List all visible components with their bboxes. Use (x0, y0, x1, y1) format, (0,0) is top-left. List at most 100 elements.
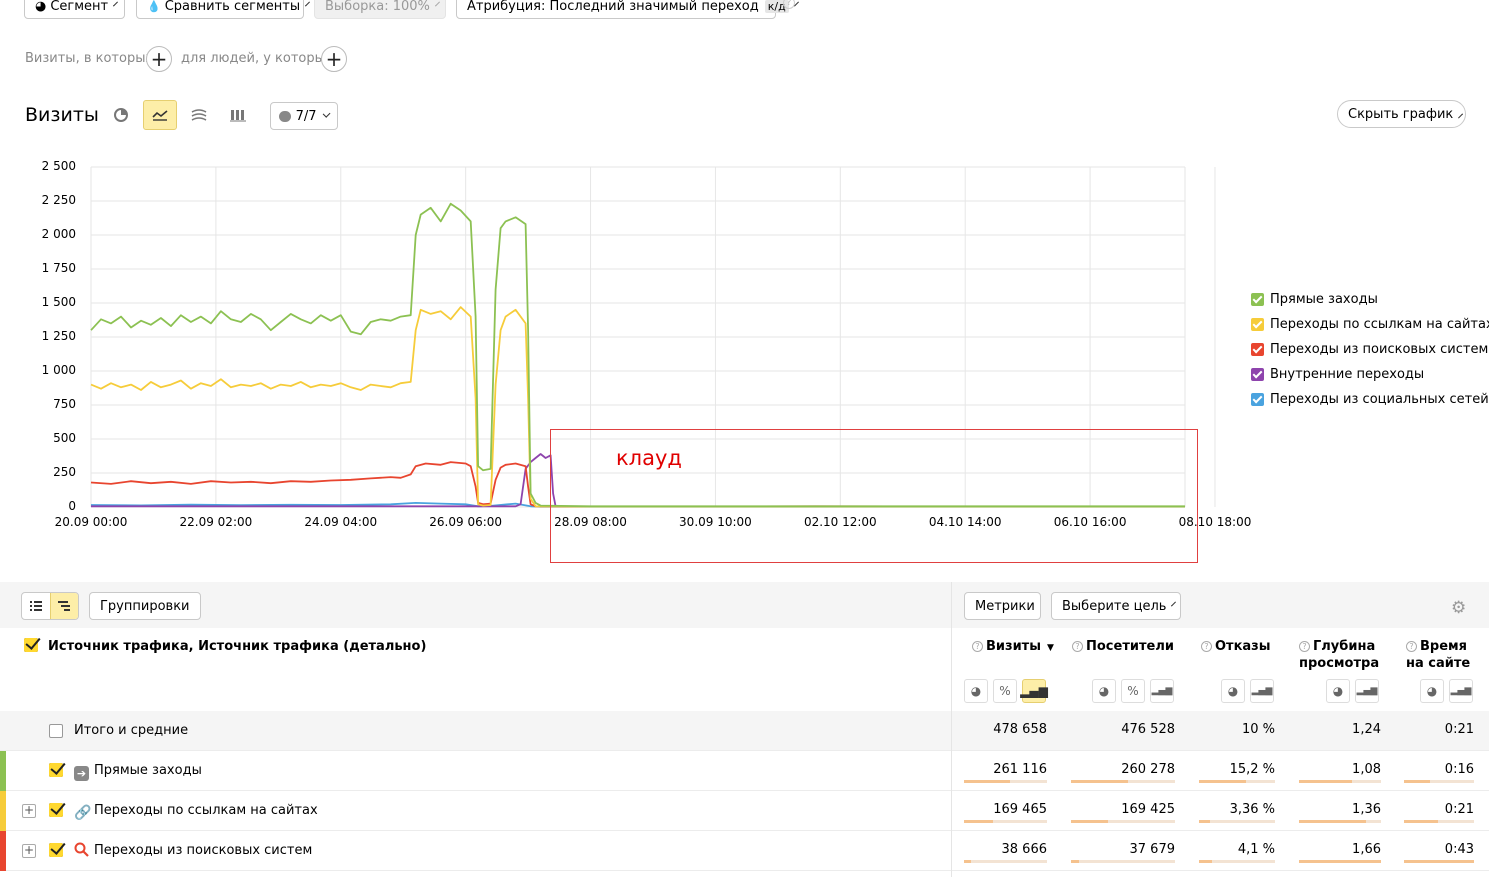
legend-item[interactable]: Внутренние переходы (1251, 367, 1424, 382)
visits-pie-toggle[interactable]: ◕ (964, 679, 988, 703)
row-checkbox[interactable] (49, 763, 63, 777)
y-tick-label: 2 000 (41, 227, 76, 241)
row-depth-share-bar (1299, 780, 1381, 783)
bar-chart-icon: ▂▄▆ (1356, 686, 1378, 696)
row-color-strip (0, 751, 6, 791)
row-depth-share-fill (1299, 820, 1367, 823)
col-header-bounce[interactable]: ? Отказы (1201, 638, 1271, 655)
expand-row-button[interactable]: + (22, 804, 36, 818)
col-header-visits[interactable]: ? Визиты ▼ (972, 638, 1054, 657)
metrics-button[interactable]: Метрики (964, 592, 1041, 620)
legend-item[interactable]: Переходы из социальных сетей (1251, 392, 1489, 407)
visits-bar-toggle[interactable]: ▂▄▆ (1020, 679, 1048, 703)
row-visits: 169 465 (993, 802, 1047, 817)
x-tick-label: 24.09 04:00 (304, 515, 378, 529)
time-pie-toggle[interactable]: ◕ (1420, 679, 1444, 703)
row-depth-share-bar (1299, 860, 1381, 863)
row-bounce-share-bar (1199, 780, 1275, 783)
row-visitors-share-bar (1071, 820, 1175, 823)
col-header-visitors[interactable]: ? Посетители (1072, 638, 1174, 655)
row-color-strip (0, 831, 6, 871)
y-tick-label: 1 750 (41, 261, 76, 275)
legend-checkbox[interactable] (1251, 318, 1264, 331)
row-time-share-fill (1404, 820, 1439, 823)
help-icon[interactable]: ? (1201, 641, 1212, 652)
time-bar-toggle[interactable]: ▂▄▆ (1449, 679, 1473, 703)
help-icon[interactable]: ? (972, 641, 983, 652)
row-visits: 261 116 (993, 762, 1047, 777)
y-tick-label: 2 250 (41, 193, 76, 207)
annotation-label: клауд (616, 446, 682, 470)
row-time: 0:43 (1444, 842, 1474, 857)
row-label: Прямые заходы (94, 763, 202, 778)
visitors-percent-toggle[interactable]: % (1121, 679, 1145, 703)
total-label: Итого и средние (74, 723, 189, 738)
visitors-bar-toggle[interactable]: ▂▄▆ (1150, 679, 1174, 703)
row-depth: 1,08 (1352, 762, 1381, 777)
depth-pie-toggle[interactable]: ◕ (1326, 679, 1350, 703)
legend-checkbox[interactable] (1251, 368, 1264, 381)
y-tick-label: 1 500 (41, 295, 76, 309)
percent-icon: % (999, 684, 1011, 698)
depth-bar-toggle[interactable]: ▂▄▆ (1355, 679, 1379, 703)
groupings-button[interactable]: Группировки (89, 592, 201, 620)
select-goal-dropdown[interactable]: Выберите цель (1051, 592, 1181, 620)
row-visitors-share-bar (1071, 860, 1175, 863)
bounce-bar-toggle[interactable]: ▂▄▆ (1250, 679, 1274, 703)
legend-checkbox[interactable] (1251, 293, 1264, 306)
row-label: Переходы по ссылкам на сайтах (94, 803, 318, 818)
row-depth: 1,36 (1352, 802, 1381, 817)
row-time-share-fill (1404, 780, 1430, 783)
percent-icon: % (1127, 684, 1139, 698)
y-tick-label: 0 (68, 499, 76, 513)
help-icon[interactable]: ? (1072, 641, 1083, 652)
pie-icon: ◕ (970, 684, 982, 698)
chevron-down-icon (1171, 601, 1177, 607)
list-view-button[interactable] (22, 593, 50, 619)
total-visitors: 476 528 (1121, 722, 1175, 737)
legend-item[interactable]: Переходы по ссылкам на сайтах (1251, 317, 1489, 332)
col-header-time[interactable]: ? Время на сайте (1406, 638, 1470, 672)
tree-view-button[interactable] (49, 593, 78, 619)
x-tick-label: 22.09 02:00 (179, 515, 253, 529)
legend-checkbox[interactable] (1251, 343, 1264, 356)
y-tick-label: 250 (53, 465, 76, 479)
y-tick-label: 1 250 (41, 329, 76, 343)
row-depth-share-fill (1299, 860, 1381, 863)
row-checkbox[interactable] (49, 803, 63, 817)
total-time: 0:21 (1444, 722, 1474, 737)
row-visits-share-bar (964, 820, 1047, 823)
legend-checkbox[interactable] (1251, 393, 1264, 406)
legend-item[interactable]: Прямые заходы (1251, 292, 1378, 307)
bounce-pie-toggle[interactable]: ◕ (1221, 679, 1245, 703)
help-icon[interactable]: ? (1406, 641, 1417, 652)
legend-item[interactable]: Переходы из поисковых систем (1251, 342, 1488, 357)
gear-icon[interactable]: ⚙ (1451, 598, 1466, 618)
row-visits-share-bar (964, 780, 1047, 783)
row-visitors-share-fill (1071, 860, 1080, 863)
table-toolbar (0, 582, 1489, 628)
help-icon[interactable]: ? (1299, 641, 1310, 652)
row-time-share-fill (1404, 860, 1474, 863)
row-checkbox[interactable] (49, 843, 63, 857)
list-icon (29, 601, 42, 611)
expand-row-button[interactable]: + (22, 844, 36, 858)
row-bounce-share-fill (1199, 820, 1210, 823)
visitors-pie-toggle[interactable]: ◕ (1092, 679, 1116, 703)
select-all-checkbox[interactable] (24, 638, 38, 652)
row-visitors-share-fill (1071, 820, 1109, 823)
arrow-right-icon: ➔ (74, 762, 89, 781)
row-visits: 38 666 (1001, 842, 1048, 857)
tree-icon (58, 601, 71, 611)
col-header-depth[interactable]: ? Глубина просмотра (1299, 638, 1379, 672)
table-row[interactable]: + Переходы из поисковых систем 38 666 37 67… (0, 831, 1489, 871)
table-row[interactable]: ➔ Прямые заходы 261 116 260 278 15,2 % 1,08 0:… (0, 751, 1489, 791)
row-depth: 1,66 (1352, 842, 1381, 857)
total-checkbox[interactable] (49, 724, 63, 738)
y-tick-label: 2 500 (41, 159, 76, 173)
table-row[interactable]: + 🔗 Переходы по ссылкам на сайтах 169 465 16… (0, 791, 1489, 831)
row-visitors: 260 278 (1121, 762, 1175, 777)
row-bounce-share-bar (1199, 820, 1275, 823)
visits-percent-toggle[interactable]: % (993, 679, 1017, 703)
bar-chart-icon: ▂▄▆ (1251, 686, 1273, 696)
